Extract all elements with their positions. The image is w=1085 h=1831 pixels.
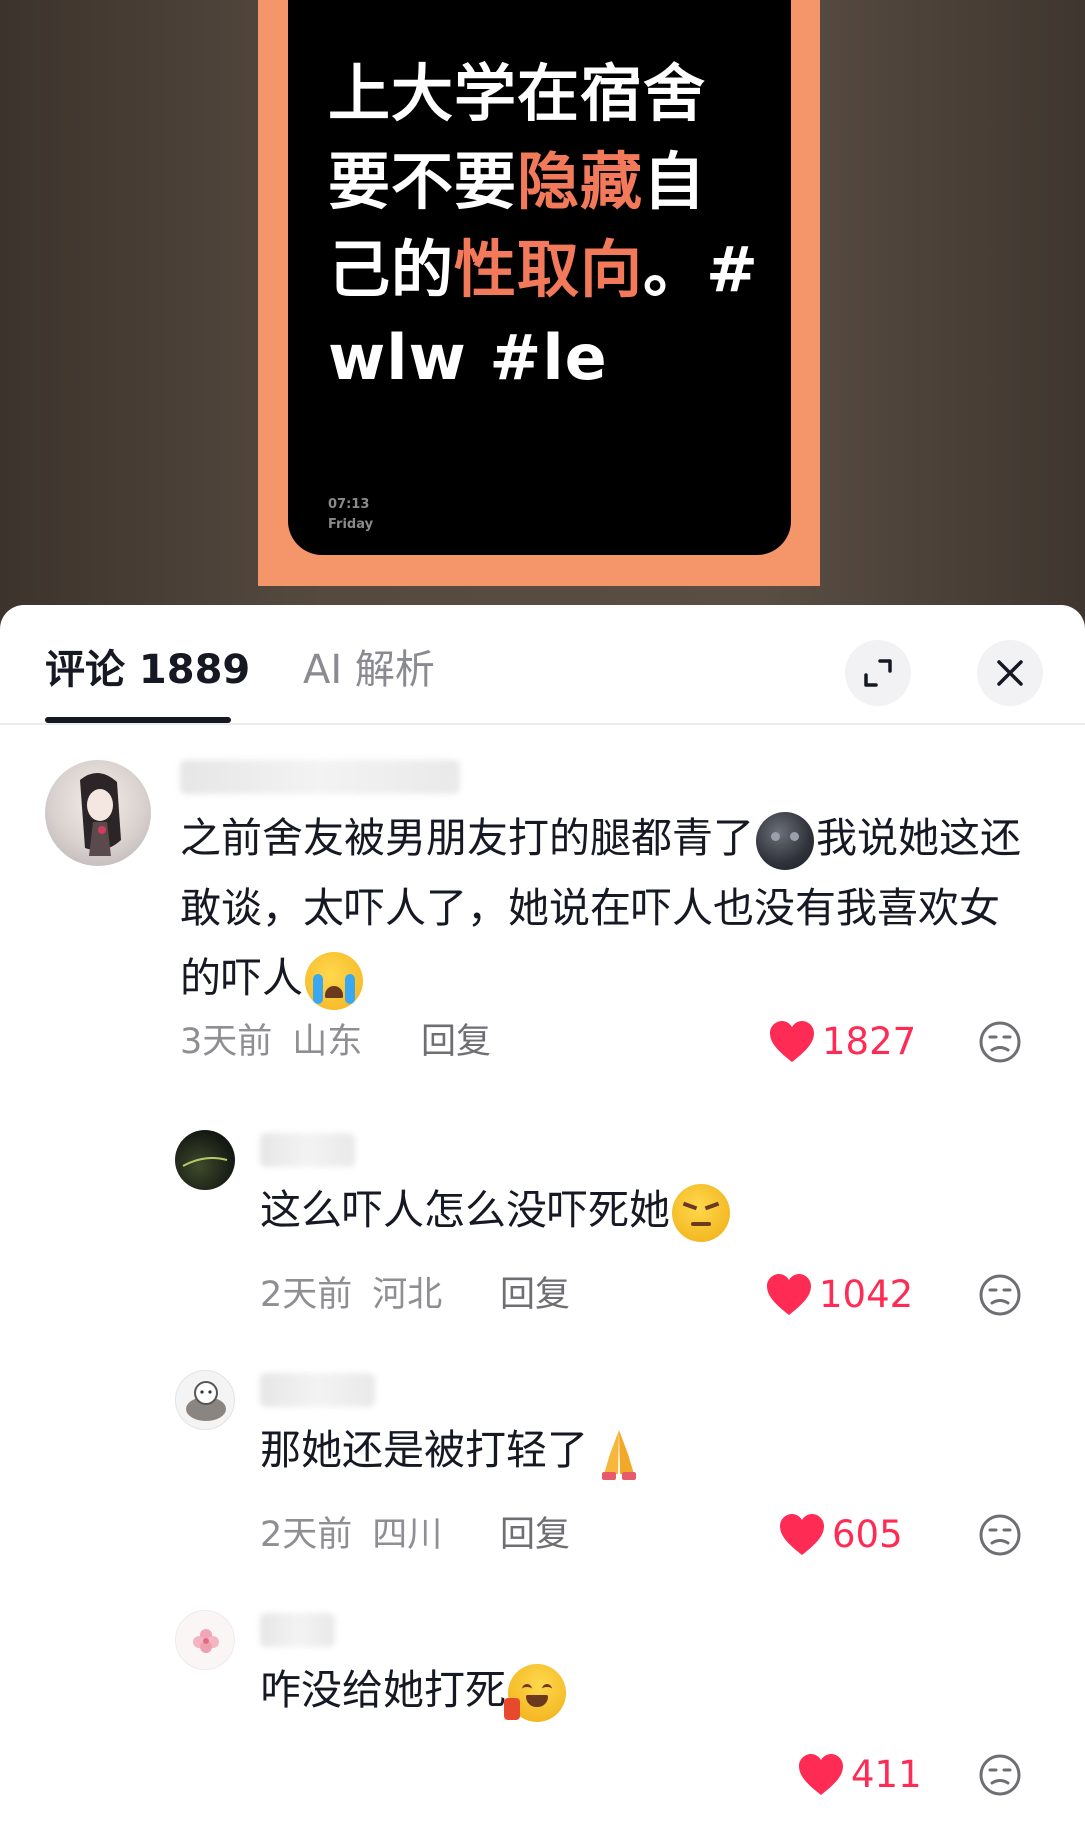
dark-moon-face-icon xyxy=(756,812,814,870)
dislike-face-icon[interactable] xyxy=(978,1020,1022,1064)
like-count: 1042 xyxy=(819,1273,914,1316)
video-background: 上大学在宿舍 要不要隐藏自 己的性取向。# wlw #le 07:13 Frid… xyxy=(0,0,1085,620)
comment-text: 之前舍友被男朋友打的腿都青了 我说她这还敢谈，太吓人了，她说在吓人也没有我喜欢女的… xyxy=(180,803,1040,1013)
like-count: 411 xyxy=(851,1753,922,1796)
reply-button[interactable]: 回复 xyxy=(500,1513,570,1557)
post-timestamp: 07:13 Friday xyxy=(328,495,373,535)
comment-text-content: 那她还是被打轻了 xyxy=(260,1426,588,1474)
close-icon xyxy=(997,660,1023,686)
comment-item: 那她还是被打轻了 2天前 四川 回复 605 xyxy=(0,1345,1085,1575)
like-count: 1827 xyxy=(822,1020,917,1063)
post-line-3-a: 己的 xyxy=(328,233,455,306)
post-line-4: wlw #le xyxy=(328,321,608,394)
avatar[interactable] xyxy=(175,1130,235,1190)
username-blurred[interactable] xyxy=(260,1133,355,1167)
comment-meta: 2天前 河北 xyxy=(260,1273,442,1317)
active-tab-indicator xyxy=(45,717,231,723)
comment-location: 山东 xyxy=(292,1022,363,1062)
comment-time: 2天前 xyxy=(260,1515,353,1555)
comment-text: 咋没给她打死 xyxy=(260,1655,1040,1725)
angry-face-icon xyxy=(672,1184,730,1242)
post-line-3-b: 。# xyxy=(643,233,759,306)
comment-text: 那她还是被打轻了 xyxy=(260,1415,1040,1485)
dislike-face-icon[interactable] xyxy=(978,1753,1022,1797)
comment-meta: 2天前 四川 xyxy=(260,1513,442,1557)
username-blurred[interactable] xyxy=(260,1613,335,1647)
comment-text-content: 这么吓人怎么没吓死她 xyxy=(260,1186,670,1234)
dislike-face-icon[interactable] xyxy=(978,1513,1022,1557)
post-line-2: 要不要隐藏自 xyxy=(328,138,768,226)
heart-icon xyxy=(767,1274,811,1315)
comment-item: 之前舍友被男朋友打的腿都青了 我说她这还敢谈，太吓人了，她说在吓人也没有我喜欢女的… xyxy=(0,735,1085,1075)
post-line-1: 上大学在宿舍 xyxy=(328,57,707,130)
comment-text-content: 咋没给她打死 xyxy=(260,1666,506,1714)
praying-hands-icon xyxy=(590,1424,648,1482)
comment-time: 3天前 xyxy=(180,1022,273,1062)
comment-meta: 3天前 山东 xyxy=(180,1020,362,1064)
comment-item: 咋没给她打死 411 xyxy=(0,1585,1085,1831)
username-blurred[interactable] xyxy=(180,760,460,794)
avatar-image xyxy=(193,1629,219,1653)
heart-icon xyxy=(799,1754,843,1795)
post-time: 07:13 xyxy=(328,497,370,512)
laughing-face-icon xyxy=(504,1664,566,1722)
avatar[interactable] xyxy=(175,1370,235,1430)
username-blurred[interactable] xyxy=(260,1373,375,1407)
post-highlight-2: 性取向 xyxy=(454,233,644,306)
post-screen[interactable]: 上大学在宿舍 要不要隐藏自 己的性取向。# wlw #le 07:13 Frid… xyxy=(288,0,791,555)
like-button[interactable]: 1827 xyxy=(768,1020,916,1064)
post-line-3: 己的性取向。# xyxy=(328,226,768,314)
heart-icon xyxy=(770,1021,814,1062)
avatar[interactable] xyxy=(45,760,151,866)
post-line-2-b: 自 xyxy=(643,145,707,218)
crying-face-icon xyxy=(305,952,363,1010)
post-line-2-a: 要不要 xyxy=(328,145,518,218)
avatar-image xyxy=(80,772,121,856)
like-button[interactable]: 1042 xyxy=(765,1273,913,1317)
comment-item: 这么吓人怎么没吓死她 2天前 河北 回复 1042 xyxy=(0,1105,1085,1335)
dislike-face-icon[interactable] xyxy=(978,1273,1022,1317)
avatar[interactable] xyxy=(175,1610,235,1670)
close-button[interactable] xyxy=(977,640,1043,706)
sheet-tabs: 评论 1889 AI 解析 xyxy=(0,605,1085,725)
avatar-image xyxy=(182,1157,228,1167)
comment-location: 河北 xyxy=(372,1275,443,1315)
comment-sheet: 评论 1889 AI 解析 之前舍友被男朋友打的腿都青了 我说她这还敢谈，太吓人… xyxy=(0,605,1085,1831)
reply-button[interactable]: 回复 xyxy=(500,1273,570,1317)
tab-comments[interactable]: 评论 1889 xyxy=(45,645,250,695)
expand-button[interactable] xyxy=(845,640,911,706)
like-button[interactable]: 411 xyxy=(797,1753,922,1797)
heart-icon xyxy=(780,1514,824,1555)
comment-time: 2天前 xyxy=(260,1275,353,1315)
like-button[interactable]: 605 xyxy=(778,1513,903,1557)
post-day: Friday xyxy=(328,517,374,532)
expand-icon xyxy=(864,659,892,687)
post-caption: 上大学在宿舍 要不要隐藏自 己的性取向。# wlw #le xyxy=(328,50,768,402)
comment-text: 这么吓人怎么没吓死她 xyxy=(260,1175,1040,1245)
like-count: 605 xyxy=(832,1513,903,1556)
comment-text-part-1: 之前舍友被男朋友打的腿都青了 xyxy=(180,814,754,862)
avatar-image xyxy=(186,1381,226,1421)
comment-location: 四川 xyxy=(372,1515,443,1555)
post-highlight-1: 隐藏 xyxy=(517,145,644,218)
tab-ai-analysis[interactable]: AI 解析 xyxy=(303,645,435,695)
reply-button[interactable]: 回复 xyxy=(421,1020,491,1064)
